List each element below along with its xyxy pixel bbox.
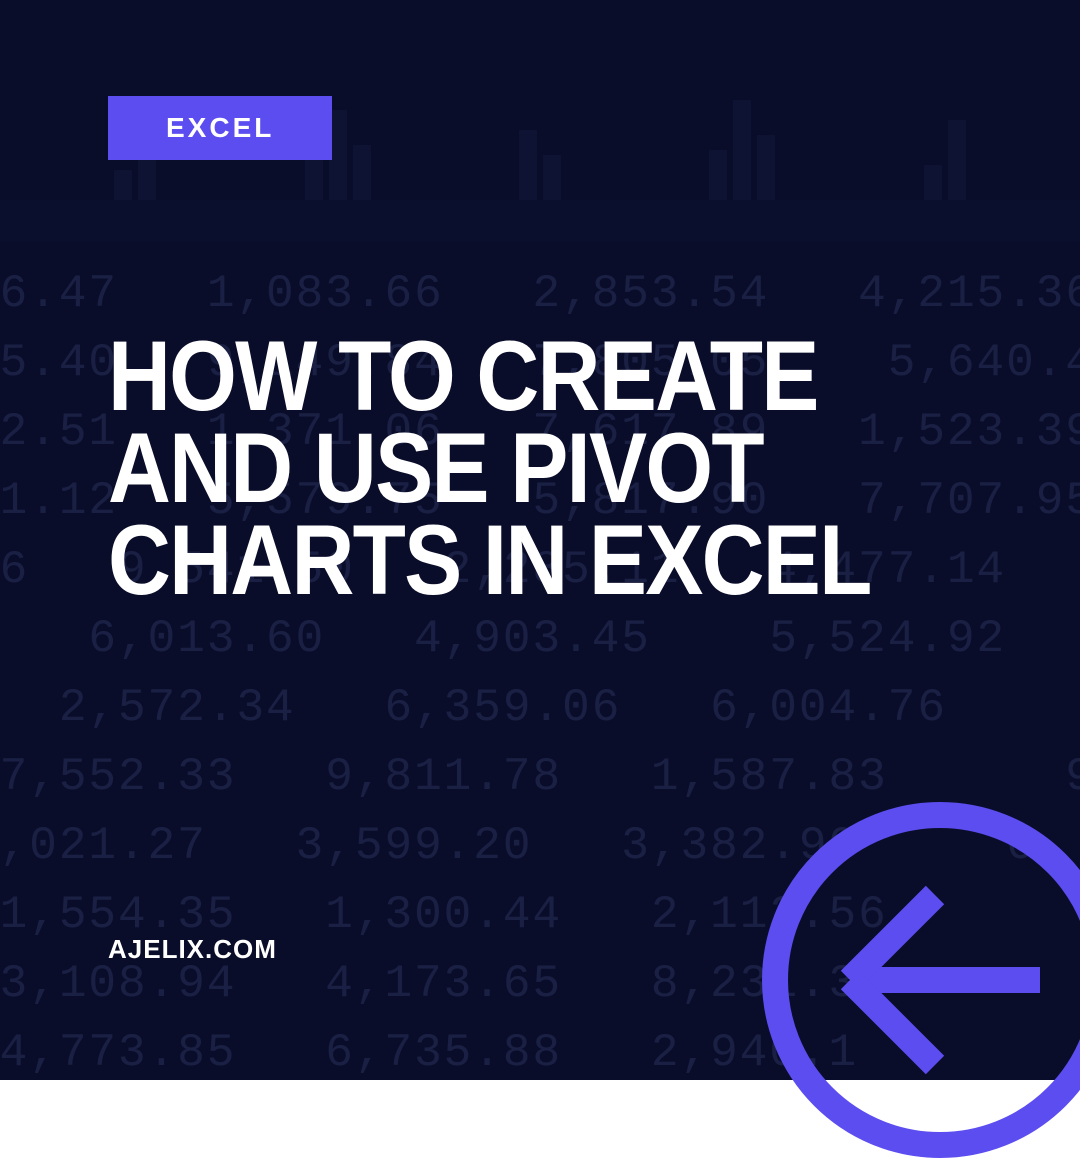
background-header-row	[0, 200, 1080, 242]
main-title: HOW TO CREATE AND USE PIVOT CHARTS IN EX…	[108, 330, 893, 606]
arrow-left-icon	[750, 790, 1080, 1170]
category-tag: EXCEL	[108, 96, 332, 160]
brand-text: AJELIX.COM	[108, 934, 277, 965]
